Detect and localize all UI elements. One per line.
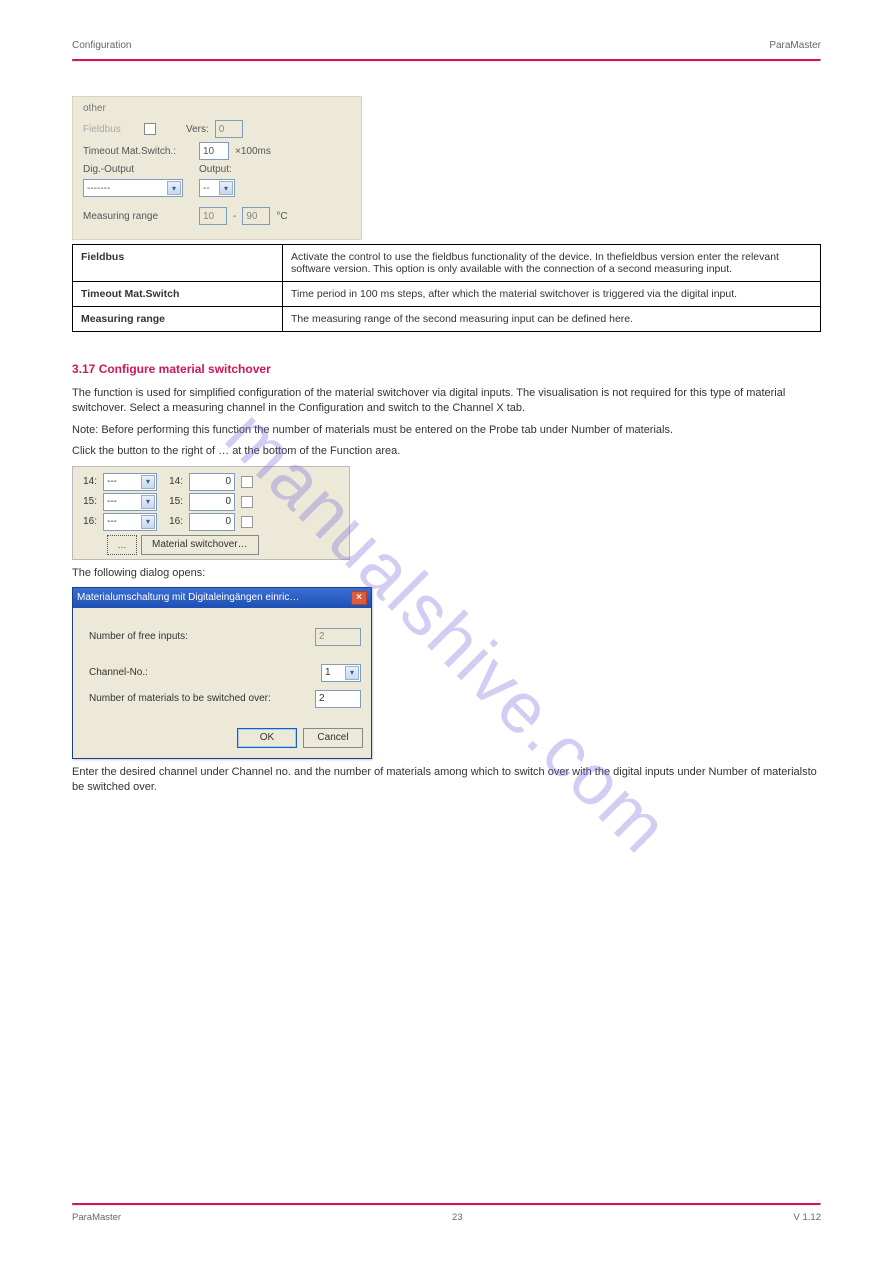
chevron-down-icon: ▾: [141, 515, 155, 529]
nummat-label: Number of materials to be switched over:: [89, 693, 307, 704]
digout-label: Dig.-Output: [83, 164, 193, 175]
dialog-title-text: Materialumschaltung mit Digitaleingängen…: [77, 592, 299, 603]
row-right-num: 15:: [163, 496, 183, 507]
fieldbus-checkbox[interactable]: [144, 123, 156, 135]
row-num: 16:: [77, 516, 97, 527]
paragraph: Enter the desired channel under Channel …: [72, 765, 821, 796]
row-value-input[interactable]: 0: [189, 513, 235, 531]
header-right: ParaMaster: [769, 40, 821, 51]
chevron-down-icon: ▾: [345, 666, 359, 680]
header-left: Configuration: [72, 40, 131, 51]
paragraph: The following dialog opens:: [72, 566, 821, 581]
cell-val: Activate the control to use the fieldbus…: [283, 245, 821, 282]
digout-select[interactable]: ------- ▾: [83, 179, 183, 197]
vers-label: Vers:: [186, 124, 209, 135]
cell-key: Measuring range: [73, 307, 283, 332]
cell-key: Fieldbus: [73, 245, 283, 282]
measrange-sep: -: [233, 211, 236, 222]
row-checkbox[interactable]: [241, 496, 253, 508]
paragraph-note: Note: Before performing this function th…: [72, 423, 821, 438]
page-header: Configuration ParaMaster: [72, 40, 821, 59]
row-checkbox[interactable]: [241, 516, 253, 528]
footer-left: ParaMaster: [72, 1212, 121, 1223]
output-select[interactable]: -- ▾: [199, 179, 235, 197]
close-icon[interactable]: ×: [351, 591, 367, 605]
ellipsis-button[interactable]: …: [107, 535, 137, 555]
row-value-input[interactable]: 0: [189, 473, 235, 491]
cancel-button[interactable]: Cancel: [303, 728, 363, 748]
free-inputs-value: 2: [315, 628, 361, 646]
cell-val: Time period in 100 ms steps, after which…: [283, 282, 821, 307]
row-checkbox[interactable]: [241, 476, 253, 488]
list-item: 14: --- ▾ 14: 0: [77, 473, 345, 491]
page-footer: ParaMaster 23 V 1.12: [72, 1203, 821, 1223]
chevron-down-icon: ▾: [167, 181, 181, 195]
paragraph: Click the button to the right of … at th…: [72, 444, 821, 459]
nummat-input[interactable]: 2: [315, 690, 361, 708]
measrange-label: Measuring range: [83, 211, 193, 222]
measrange-to-input: 90: [242, 207, 270, 225]
other-groupbox: other Fieldbus Vers: 0 Timeout Mat.Switc…: [72, 96, 362, 240]
timeout-input[interactable]: 10: [199, 142, 229, 160]
row-num: 15:: [77, 496, 97, 507]
material-switchover-button[interactable]: Material switchover…: [141, 535, 259, 555]
row-value-input[interactable]: 0: [189, 493, 235, 511]
chevron-down-icon: ▾: [219, 181, 233, 195]
table-row: Measuring range The measuring range of t…: [73, 307, 821, 332]
measrange-from-input: 10: [199, 207, 227, 225]
bottom-rule: [72, 1203, 821, 1206]
fieldbus-label: Fieldbus: [83, 124, 138, 135]
vers-input: 0: [215, 120, 243, 138]
chevron-down-icon: ▾: [141, 495, 155, 509]
dialog-titlebar[interactable]: Materialumschaltung mit Digitaleingängen…: [73, 588, 371, 608]
paragraph: The function is used for simplified conf…: [72, 386, 821, 417]
channel-select[interactable]: 1 ▾: [321, 664, 361, 682]
row-num: 14:: [77, 476, 97, 487]
cell-key: Timeout Mat.Switch: [73, 282, 283, 307]
row-select[interactable]: --- ▾: [103, 473, 157, 491]
table-row: Fieldbus Activate the control to use the…: [73, 245, 821, 282]
timeout-unit: ×100ms: [235, 146, 271, 157]
footer-right: V 1.12: [794, 1212, 821, 1223]
row-select[interactable]: --- ▾: [103, 513, 157, 531]
free-inputs-label: Number of free inputs:: [89, 631, 307, 642]
channel-label: Channel-No.:: [89, 667, 313, 678]
footer-page-num: 23: [452, 1212, 463, 1223]
cell-val: The measuring range of the second measur…: [283, 307, 821, 332]
timeout-label: Timeout Mat.Switch.:: [83, 146, 193, 157]
row-right-num: 16:: [163, 516, 183, 527]
row-right-num: 14:: [163, 476, 183, 487]
ok-button[interactable]: OK: [237, 728, 297, 748]
measrange-unit: °C: [276, 211, 287, 222]
chevron-down-icon: ▾: [141, 475, 155, 489]
material-switchover-dialog: Materialumschaltung mit Digitaleingängen…: [72, 587, 372, 759]
row-select[interactable]: --- ▾: [103, 493, 157, 511]
description-table: Fieldbus Activate the control to use the…: [72, 244, 821, 332]
material-list-panel: 14: --- ▾ 14: 0 15: --- ▾ 15: 0 16:: [72, 466, 350, 560]
other-group-label: other: [83, 103, 351, 114]
section-title: 3.17 Configure material switchover: [72, 362, 821, 376]
table-row: Timeout Mat.Switch Time period in 100 ms…: [73, 282, 821, 307]
output-label: Output:: [199, 164, 232, 175]
list-item: 16: --- ▾ 16: 0: [77, 513, 345, 531]
list-item: 15: --- ▾ 15: 0: [77, 493, 345, 511]
